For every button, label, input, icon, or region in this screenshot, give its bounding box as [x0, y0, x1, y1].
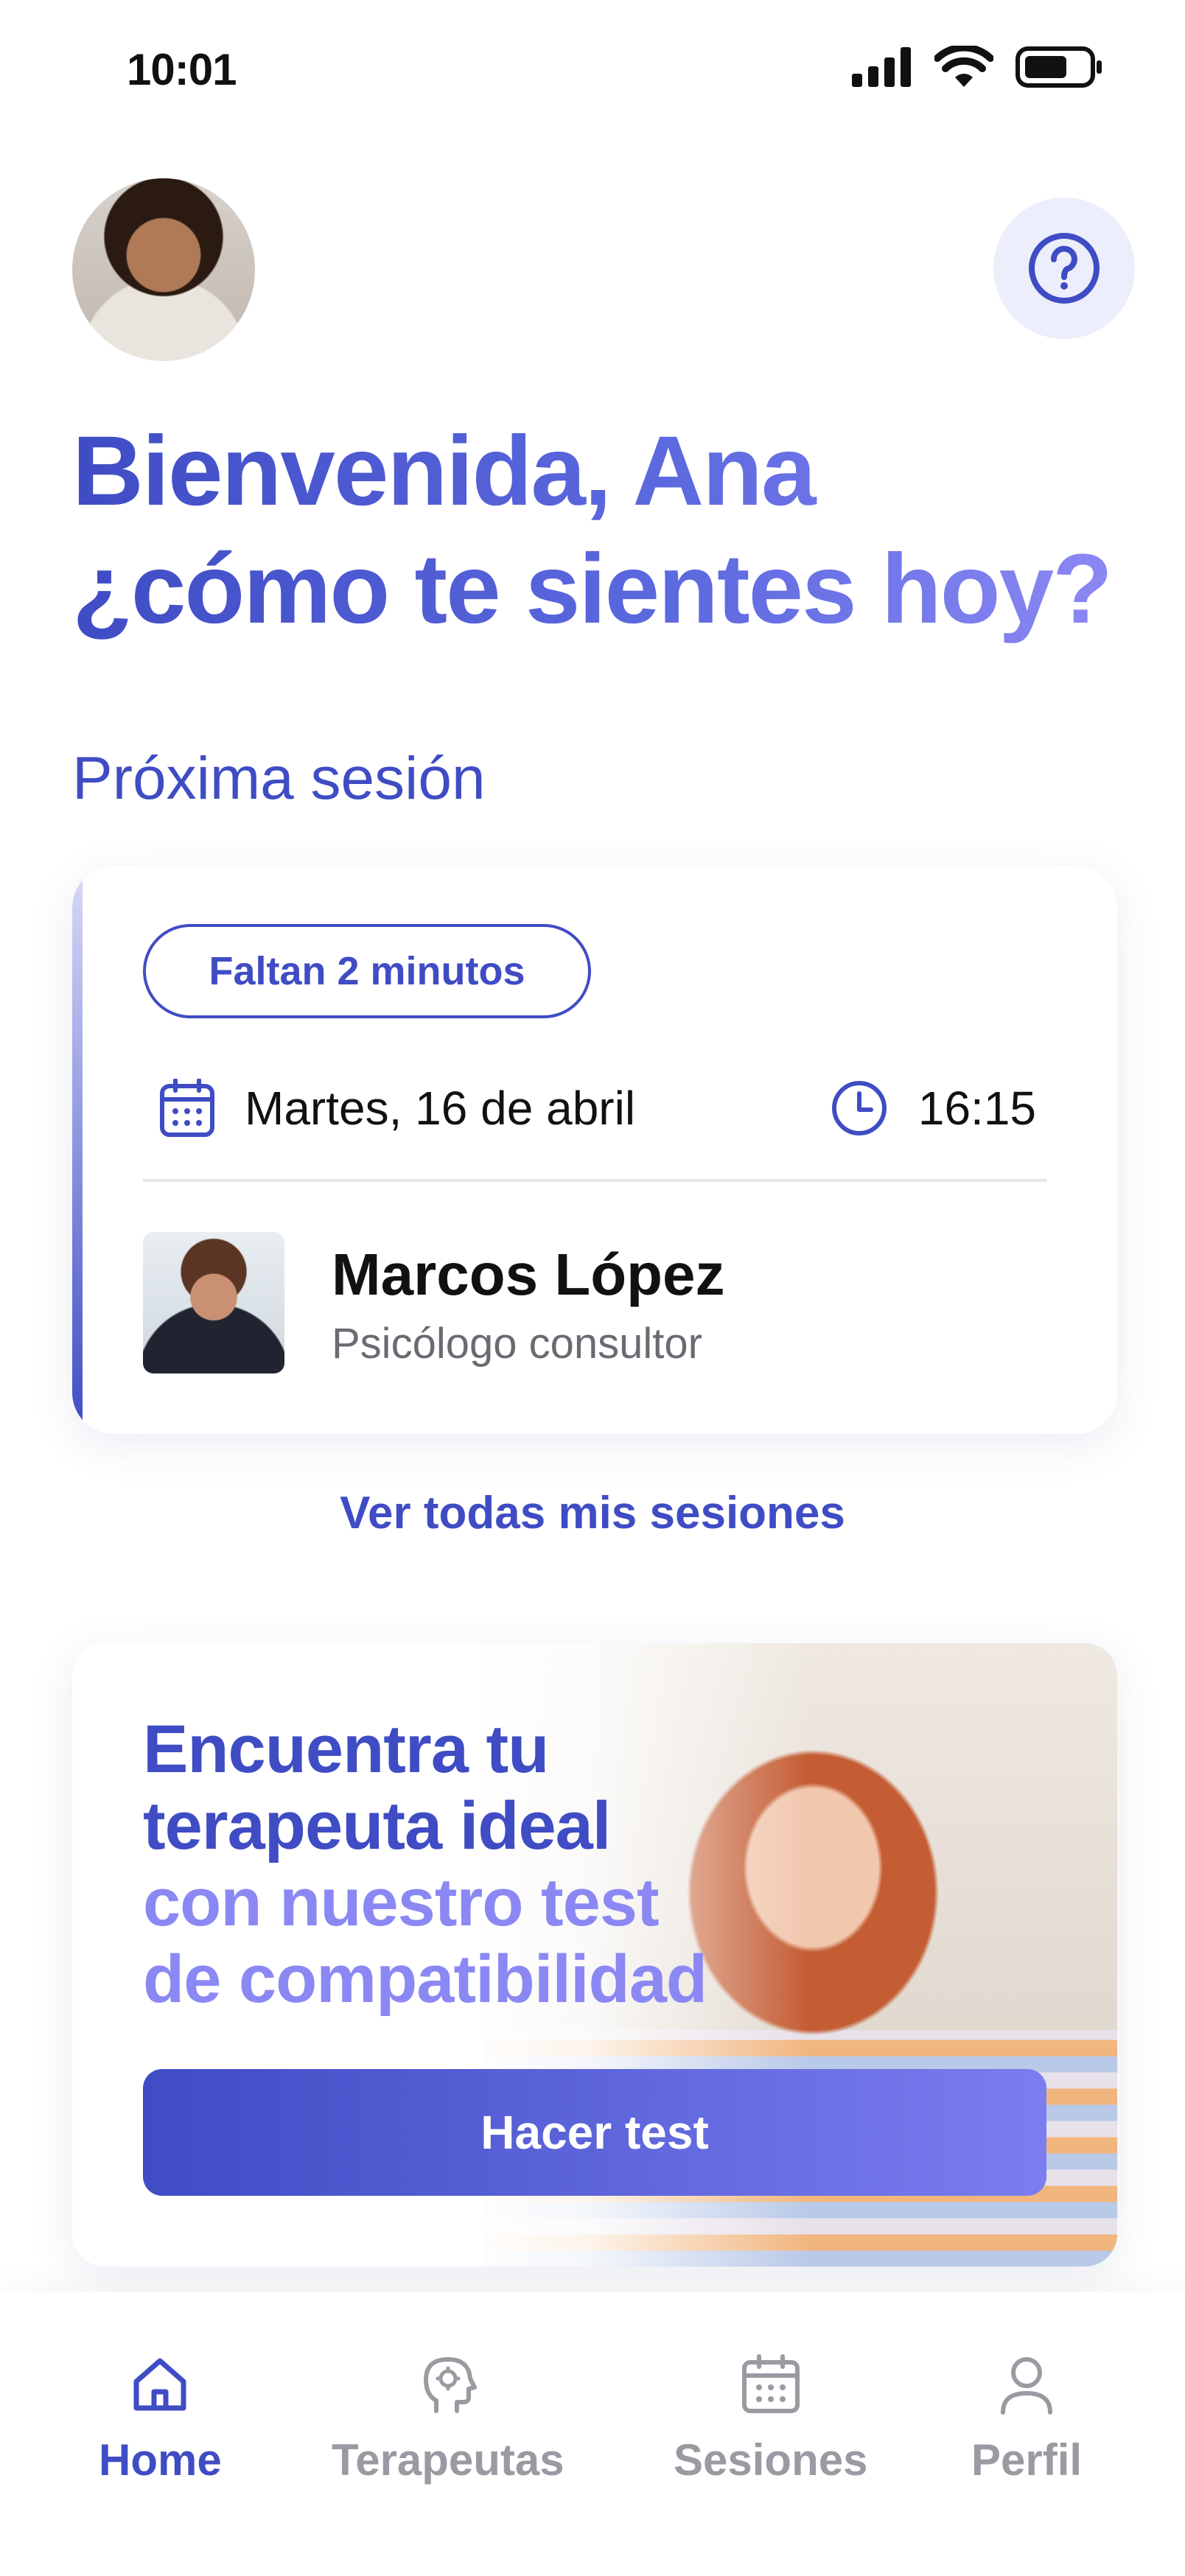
nav-label-profile: Perfil — [971, 2435, 1083, 2485]
profile-icon — [1001, 2357, 1053, 2415]
therapist-head-icon — [423, 2357, 477, 2413]
wifi-icon — [934, 46, 993, 87]
greeting-line-2: ¿cómo te sientes hoy? — [72, 534, 1111, 644]
help-icon — [1029, 233, 1100, 304]
promo-line-3: con nuestro test — [143, 1865, 660, 1940]
bottom-navigation: Home Terapeutas Sesiones Perfil — [0, 2292, 1185, 2576]
nav-item-profile[interactable]: Perfil — [971, 2353, 1082, 2485]
session-date: Martes, 16 de abril — [159, 1079, 635, 1138]
session-date-text: Martes, 16 de abril — [245, 1082, 636, 1135]
nav-item-home[interactable]: Home — [99, 2353, 222, 2485]
promo-line-1: Encuentra tu — [143, 1712, 549, 1787]
promo-headline: Encuentra tu terapeuta ideal con nuestro… — [143, 1711, 707, 2017]
card-accent-bar — [72, 867, 83, 1434]
nav-item-sessions[interactable]: Sesiones — [674, 2353, 867, 2485]
nav-label-home: Home — [99, 2435, 222, 2485]
card-divider — [143, 1179, 1046, 1182]
nav-label-sessions: Sesiones — [674, 2435, 868, 2485]
take-test-button[interactable]: Hacer test — [143, 2069, 1046, 2196]
clock-icon — [831, 1081, 887, 1135]
promo-line-4: de compatibilidad — [143, 1942, 707, 2017]
therapist-role: Psicólogo consultor — [332, 1320, 702, 1368]
session-time-text: 16:15 — [917, 1082, 1036, 1135]
nav-label-therapists: Terapeutas — [332, 2435, 564, 2485]
compatibility-test-card: Encuentra tu terapeuta ideal con nuestro… — [72, 1643, 1117, 2267]
status-icons — [852, 46, 1104, 88]
nav-item-therapists[interactable]: Terapeutas — [332, 2353, 564, 2485]
battery-icon — [1016, 46, 1102, 88]
calendar-icon — [160, 1079, 214, 1137]
home-icon — [133, 2358, 186, 2411]
greeting: Bienvenida, Ana ¿cómo te sientes hoy? — [72, 413, 1111, 648]
help-button[interactable] — [993, 197, 1135, 339]
greeting-line-1: Bienvenida, Ana — [72, 416, 815, 526]
countdown-badge: Faltan 2 minutos — [143, 924, 591, 1018]
therapist-name: Marcos López — [332, 1242, 725, 1307]
next-session-card[interactable]: Faltan 2 minutos Martes, 16 de abril 16:… — [72, 867, 1117, 1434]
user-avatar[interactable] — [72, 178, 255, 361]
next-session-title: Próxima sesión — [72, 745, 486, 812]
session-time: 16:15 — [830, 1079, 1036, 1138]
promo-line-2: terapeuta ideal — [143, 1788, 611, 1863]
status-time: 10:01 — [127, 45, 237, 94]
cellular-signal-icon — [852, 47, 911, 87]
view-all-sessions-link[interactable]: Ver todas mis sesiones — [0, 1487, 1185, 1539]
calendar-icon — [741, 2354, 800, 2413]
therapist-photo — [143, 1232, 284, 1373]
